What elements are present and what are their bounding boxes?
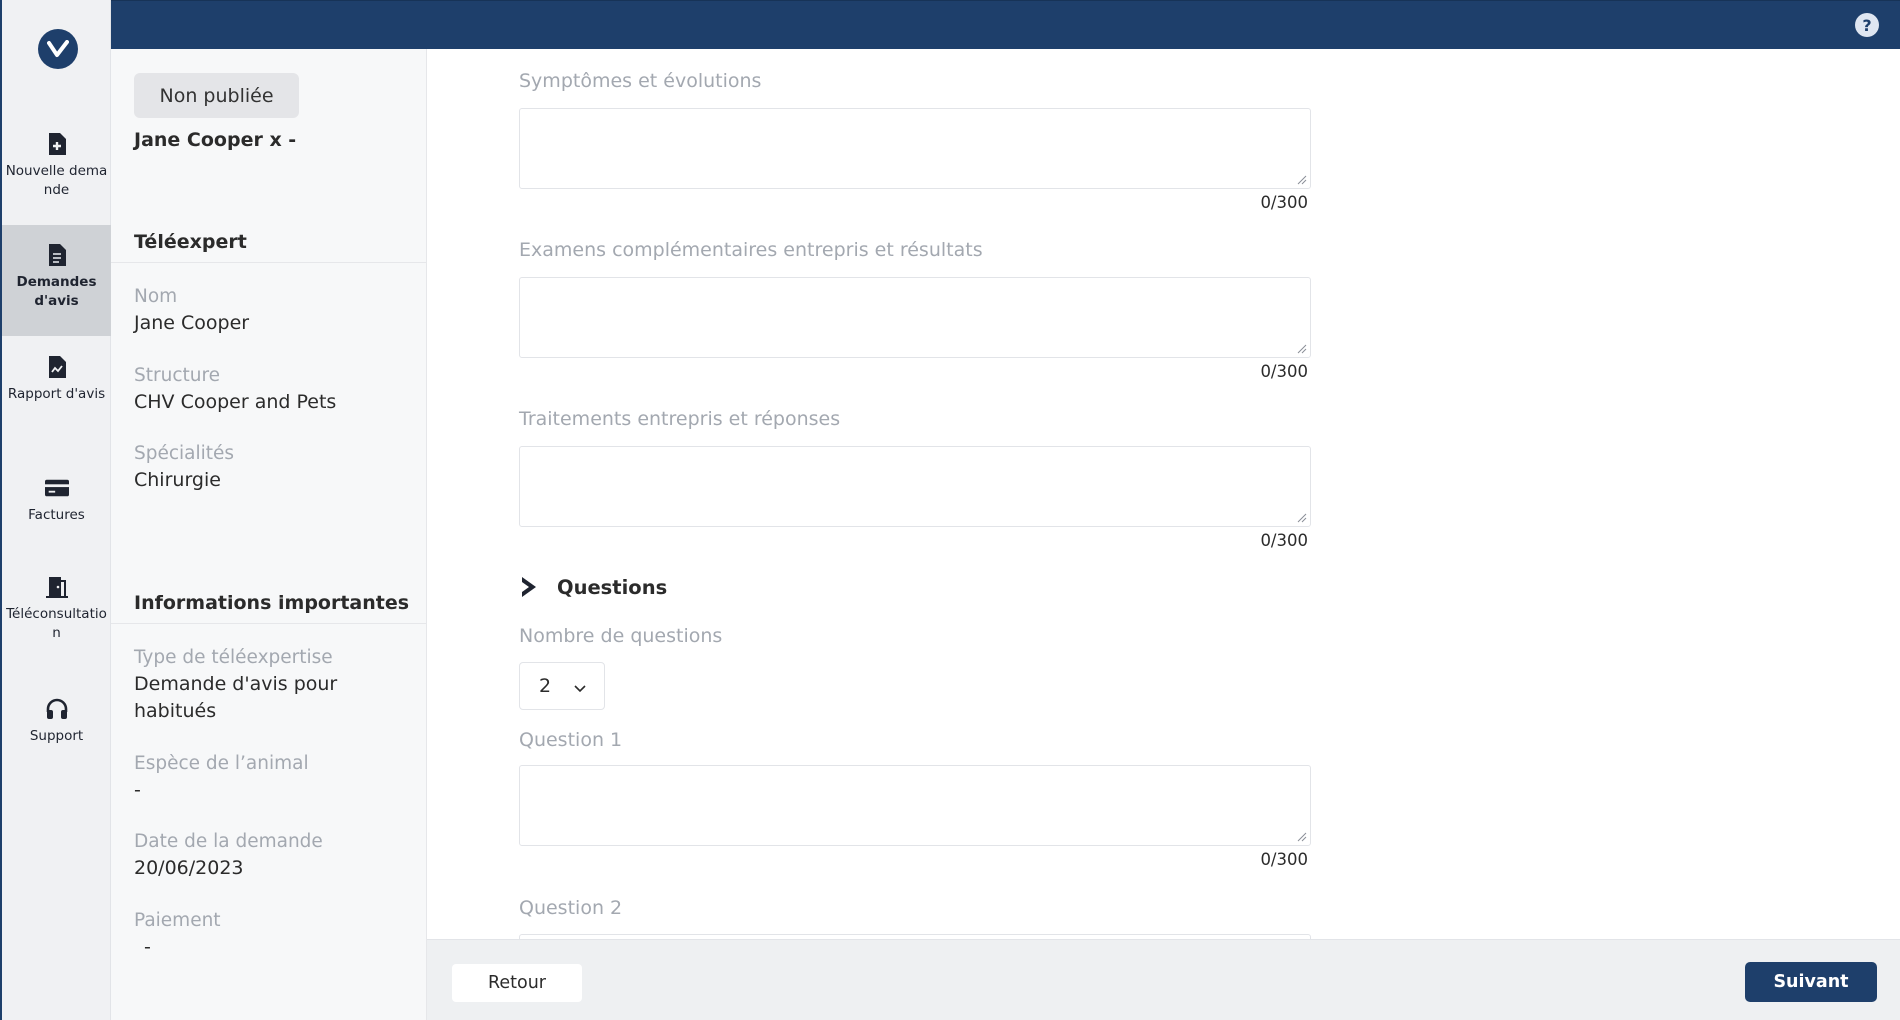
field-label-symptomes: Symptômes et évolutions	[519, 70, 762, 92]
nav-item-teleconsultation[interactable]: Téléconsultation	[2, 575, 111, 655]
nav-label: Support	[29, 728, 84, 744]
traitements-textarea[interactable]	[519, 446, 1311, 527]
owner-name: Jane Cooper x -	[134, 129, 297, 151]
section-heading-label: Informations importantes	[134, 592, 410, 614]
field-value: CHV Cooper and Pets	[134, 391, 337, 413]
chevron-right-icon	[522, 577, 536, 597]
char-counter: 0/300	[1260, 362, 1308, 381]
info-field-date: Date de la demande 20/06/2023	[134, 829, 414, 882]
char-counter: 0/300	[1260, 850, 1308, 869]
section-heading-label: Téléexpert	[134, 231, 247, 253]
document-icon	[45, 243, 69, 267]
field-label: Paiement	[134, 910, 221, 931]
select-value: 2	[539, 675, 552, 697]
door-icon	[45, 575, 69, 599]
field-label: Espèce de l’animal	[134, 753, 309, 774]
side-nav: Nouvelle demande Demandes d'avis Rapport…	[0, 0, 111, 1020]
field-label-nombre-questions: Nombre de questions	[519, 625, 723, 647]
top-bar: ?	[111, 0, 1900, 49]
field-label: Type de téléexpertise	[134, 647, 333, 668]
field-label: Date de la demande	[134, 831, 323, 852]
app-logo-icon[interactable]	[38, 29, 78, 69]
nav-item-nouvelle-demande[interactable]: Nouvelle demande	[2, 132, 111, 212]
section-heading-informations: Informations importantes	[111, 580, 427, 624]
nav-item-support[interactable]: Support	[2, 697, 111, 757]
help-icon[interactable]: ?	[1855, 13, 1879, 37]
nav-label: Téléconsultation	[6, 606, 107, 641]
field-label: Spécialités	[134, 443, 235, 464]
char-counter: 0/300	[1260, 193, 1308, 212]
nav-item-factures[interactable]: Factures	[2, 476, 111, 536]
questions-toggle[interactable]: Questions	[519, 575, 667, 599]
info-field-paiement: Paiement -	[134, 908, 414, 961]
form-footer: Retour Suivant	[427, 939, 1900, 1020]
nav-label: Demandes d'avis	[16, 274, 97, 309]
field-value: Demande d'avis pour habitués	[134, 673, 338, 722]
info-field-nom: Nom Jane Cooper	[134, 284, 414, 337]
field-label-question-1: Question 1	[519, 729, 623, 751]
field-label-question-2: Question 2	[519, 897, 623, 919]
help-label: ?	[1862, 15, 1872, 35]
next-button[interactable]: Suivant	[1745, 962, 1877, 1002]
char-counter: 0/300	[1260, 531, 1308, 550]
resize-grip-icon[interactable]	[1297, 513, 1307, 523]
info-field-structure: Structure CHV Cooper and Pets	[134, 363, 414, 416]
field-label-traitements: Traitements entrepris et réponses	[519, 408, 841, 430]
nav-label: Nouvelle demande	[5, 163, 108, 198]
info-field-espece: Espèce de l’animal -	[134, 751, 414, 804]
nav-label: Rapport d'avis	[7, 386, 106, 402]
field-value: 20/06/2023	[134, 857, 244, 879]
questions-title: Questions	[557, 575, 668, 599]
field-value: -	[144, 936, 151, 958]
status-badge: Non publiée	[134, 73, 299, 118]
report-icon	[45, 355, 69, 379]
resize-grip-icon[interactable]	[1297, 832, 1307, 842]
nav-label: Factures	[28, 507, 85, 523]
resize-grip-icon[interactable]	[1297, 344, 1307, 354]
field-label-examens: Examens complémentaires entrepris et rés…	[519, 239, 983, 261]
field-label: Structure	[134, 365, 221, 386]
question-1-textarea[interactable]	[519, 765, 1311, 846]
chevron-down-icon	[574, 685, 586, 693]
field-value: Jane Cooper	[134, 312, 250, 334]
request-form: Symptômes et évolutions 0/300 Examens co…	[427, 49, 1900, 939]
symptomes-textarea[interactable]	[519, 108, 1311, 189]
info-field-type: Type de téléexpertise Demande d'avis pou…	[134, 645, 414, 725]
nav-item-demandes-avis[interactable]: Demandes d'avis	[2, 225, 111, 336]
credit-card-icon	[44, 476, 69, 500]
headset-icon	[45, 697, 69, 721]
section-heading-teleexpert: Téléexpert	[111, 219, 427, 263]
examens-textarea[interactable]	[519, 277, 1311, 358]
field-label: Nom	[134, 286, 178, 307]
field-value: Chirurgie	[134, 469, 221, 491]
resize-grip-icon[interactable]	[1297, 175, 1307, 185]
request-info-panel: Non publiée Jane Cooper x - Téléexpert N…	[111, 49, 427, 1020]
field-value: -	[134, 779, 141, 801]
file-plus-icon	[45, 132, 69, 156]
back-button[interactable]: Retour	[452, 964, 582, 1002]
question-count-select[interactable]: 2	[519, 662, 605, 710]
nav-item-rapport-avis[interactable]: Rapport d'avis	[2, 355, 111, 435]
info-field-specialites: Spécialités Chirurgie	[134, 441, 414, 494]
